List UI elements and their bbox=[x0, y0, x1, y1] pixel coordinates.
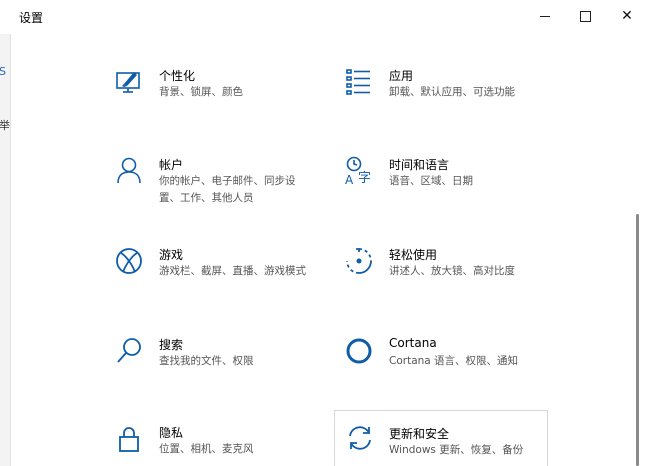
settings-tile-accounts[interactable]: 帐户 你的帐户、电子邮件、同步设置、工作、其他人员 bbox=[114, 156, 358, 220]
vertical-scrollbar[interactable] bbox=[636, 214, 639, 466]
settings-tile-update-security[interactable]: 更新和安全 Windows 更新、恢复、备份 bbox=[334, 410, 548, 466]
settings-tile-ease-of-access[interactable]: 轻松使用 讲述人、放大镜、高对比度 bbox=[344, 246, 588, 310]
tile-name: 个性化 bbox=[159, 69, 196, 83]
settings-window: S 举 设置 ✕ 个性化 背景、锁屏、颜色 应用 卸载、默认应用、可选功能 帐户… bbox=[0, 0, 650, 466]
settings-tile-gaming[interactable]: 游戏 游戏栏、截屏、直播、游戏模式 bbox=[114, 246, 358, 310]
minimize-icon bbox=[540, 15, 550, 17]
tile-description: 游戏栏、截屏、直播、游戏模式 bbox=[159, 265, 306, 277]
maximize-button[interactable] bbox=[562, 0, 608, 32]
tile-name: 更新和安全 bbox=[389, 427, 450, 441]
svg-text:字: 字 bbox=[358, 171, 371, 186]
tile-description: 语音、区域、日期 bbox=[389, 175, 473, 187]
tile-description: 你的帐户、电子邮件、同步设置、工作、其他人员 bbox=[159, 175, 296, 204]
ease-of-access-icon bbox=[344, 246, 374, 276]
window-title: 设置 bbox=[19, 11, 44, 25]
person-icon bbox=[114, 156, 144, 186]
settings-tile-personalization[interactable]: 个性化 背景、锁屏、颜色 bbox=[114, 67, 358, 131]
settings-tile-apps[interactable]: 应用 卸载、默认应用、可选功能 bbox=[344, 67, 588, 131]
tile-description: Cortana 语言、权限、通知 bbox=[389, 355, 519, 367]
time-language-icon: A 字 bbox=[344, 156, 374, 186]
tile-name: 轻松使用 bbox=[389, 248, 438, 262]
tile-description: 讲述人、放大镜、高对比度 bbox=[389, 265, 515, 277]
settings-tile-search[interactable]: 搜索 查找我的文件、权限 bbox=[114, 336, 358, 400]
search-icon bbox=[114, 336, 144, 366]
apps-list-icon bbox=[344, 67, 374, 97]
sync-icon bbox=[345, 423, 375, 453]
tile-description: 查找我的文件、权限 bbox=[159, 355, 254, 367]
close-button[interactable]: ✕ bbox=[604, 0, 650, 32]
tile-name: 搜索 bbox=[159, 338, 184, 352]
tile-name: 帐户 bbox=[159, 158, 184, 172]
title-bar[interactable]: 设置 ✕ bbox=[10, 0, 650, 32]
settings-tile-cortana[interactable]: Cortana Cortana 语言、权限、通知 bbox=[344, 336, 588, 400]
tile-description: 卸载、默认应用、可选功能 bbox=[389, 86, 515, 98]
background-text-fragment: S bbox=[0, 65, 6, 78]
tile-name: Cortana bbox=[389, 336, 437, 350]
settings-tile-privacy[interactable]: 隐私 位置、相机、麦克风 bbox=[114, 424, 358, 466]
tile-name: 隐私 bbox=[159, 426, 184, 440]
cortana-ring-icon bbox=[344, 336, 374, 366]
background-window-edge: S 举 bbox=[0, 34, 11, 466]
settings-tile-time-language[interactable]: A 字 时间和语言 语音、区域、日期 bbox=[344, 156, 588, 220]
tile-name: 时间和语言 bbox=[389, 158, 450, 172]
tile-name: 应用 bbox=[389, 69, 414, 83]
tile-name: 游戏 bbox=[159, 248, 184, 262]
close-icon: ✕ bbox=[621, 8, 633, 24]
svg-text:A: A bbox=[345, 173, 354, 186]
maximize-icon bbox=[579, 10, 591, 22]
xbox-icon bbox=[114, 246, 144, 276]
lock-icon bbox=[114, 424, 144, 454]
tile-description: 背景、锁屏、颜色 bbox=[159, 86, 243, 98]
personalization-icon bbox=[114, 67, 144, 97]
background-text-fragment: 举 bbox=[0, 119, 10, 132]
tile-description: Windows 更新、恢复、备份 bbox=[389, 444, 524, 456]
tile-description: 位置、相机、麦克风 bbox=[159, 443, 254, 455]
